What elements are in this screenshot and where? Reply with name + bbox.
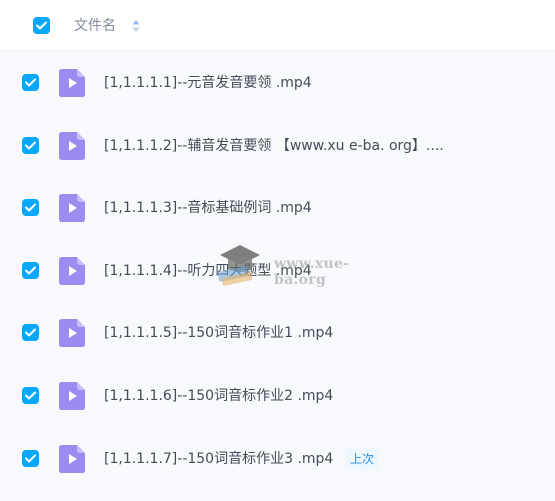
file-row[interactable]: [1,1.1.1.7]--150词音标作业3 .mp4 上次 [0,428,555,490]
file-name[interactable]: [1,1.1.1.5]--150词音标作业1 .mp4 [104,323,333,343]
file-name[interactable]: [1,1.1.1.4]--听力四大题型 .mp4 [104,261,312,281]
file-row[interactable]: [1,1.1.1.5]--150词音标作业1 .mp4 [0,302,555,364]
row-checkbox[interactable] [22,387,39,404]
check-icon [25,203,36,212]
check-icon [25,78,36,87]
row-checkbox[interactable] [22,136,39,154]
video-file-icon [59,69,85,97]
check-icon [36,21,47,30]
last-viewed-badge: 上次 [345,447,380,470]
row-checkbox[interactable] [22,449,39,467]
file-row[interactable]: [1,1.1.1.6]--150词音标作业2 .mp4 [0,365,555,427]
row-checkbox[interactable] [22,324,39,342]
check-icon [25,266,36,275]
video-file-icon [59,319,85,348]
video-file-icon [59,131,85,160]
file-row[interactable]: [1,1.1.1.2]--辅音发音要领 【www.xu e-ba. org】..… [0,115,555,177]
video-file-icon [59,444,85,473]
column-header-filename[interactable]: 文件名 [74,16,116,36]
row-checkbox[interactable] [22,199,39,217]
file-list-panel: 文件名 [1,1.1.1.1]--元音发音要领 .mp4 [1,1.1.1.2]-… [0,0,555,501]
check-icon [25,328,36,337]
check-icon [25,391,36,400]
row-checkbox[interactable] [22,74,39,91]
row-checkbox[interactable] [22,261,39,279]
video-file-icon [59,194,85,223]
file-row[interactable]: [1,1.1.1.1]--元音发音要领 .mp4 [0,52,555,114]
video-file-icon [59,382,85,410]
video-file-icon [59,256,85,285]
check-icon [25,454,36,463]
list-header: 文件名 [0,0,555,51]
select-all-checkbox[interactable] [33,17,50,34]
check-icon [25,141,36,150]
file-name[interactable]: [1,1.1.1.3]--音标基础例词 .mp4 [104,198,312,218]
file-row[interactable]: [1,1.1.1.3]--音标基础例词 .mp4 [0,177,555,239]
file-name[interactable]: [1,1.1.1.2]--辅音发音要领 【www.xu e-ba. org】..… [104,136,444,156]
file-row[interactable]: [1,1.1.1.4]--听力四大题型 .mp4 [0,240,555,302]
file-name[interactable]: [1,1.1.1.6]--150词音标作业2 .mp4 [104,386,333,406]
file-name[interactable]: [1,1.1.1.7]--150词音标作业3 .mp4 [104,449,333,469]
sort-icon[interactable] [132,19,140,33]
file-name[interactable]: [1,1.1.1.1]--元音发音要领 .mp4 [104,73,312,93]
